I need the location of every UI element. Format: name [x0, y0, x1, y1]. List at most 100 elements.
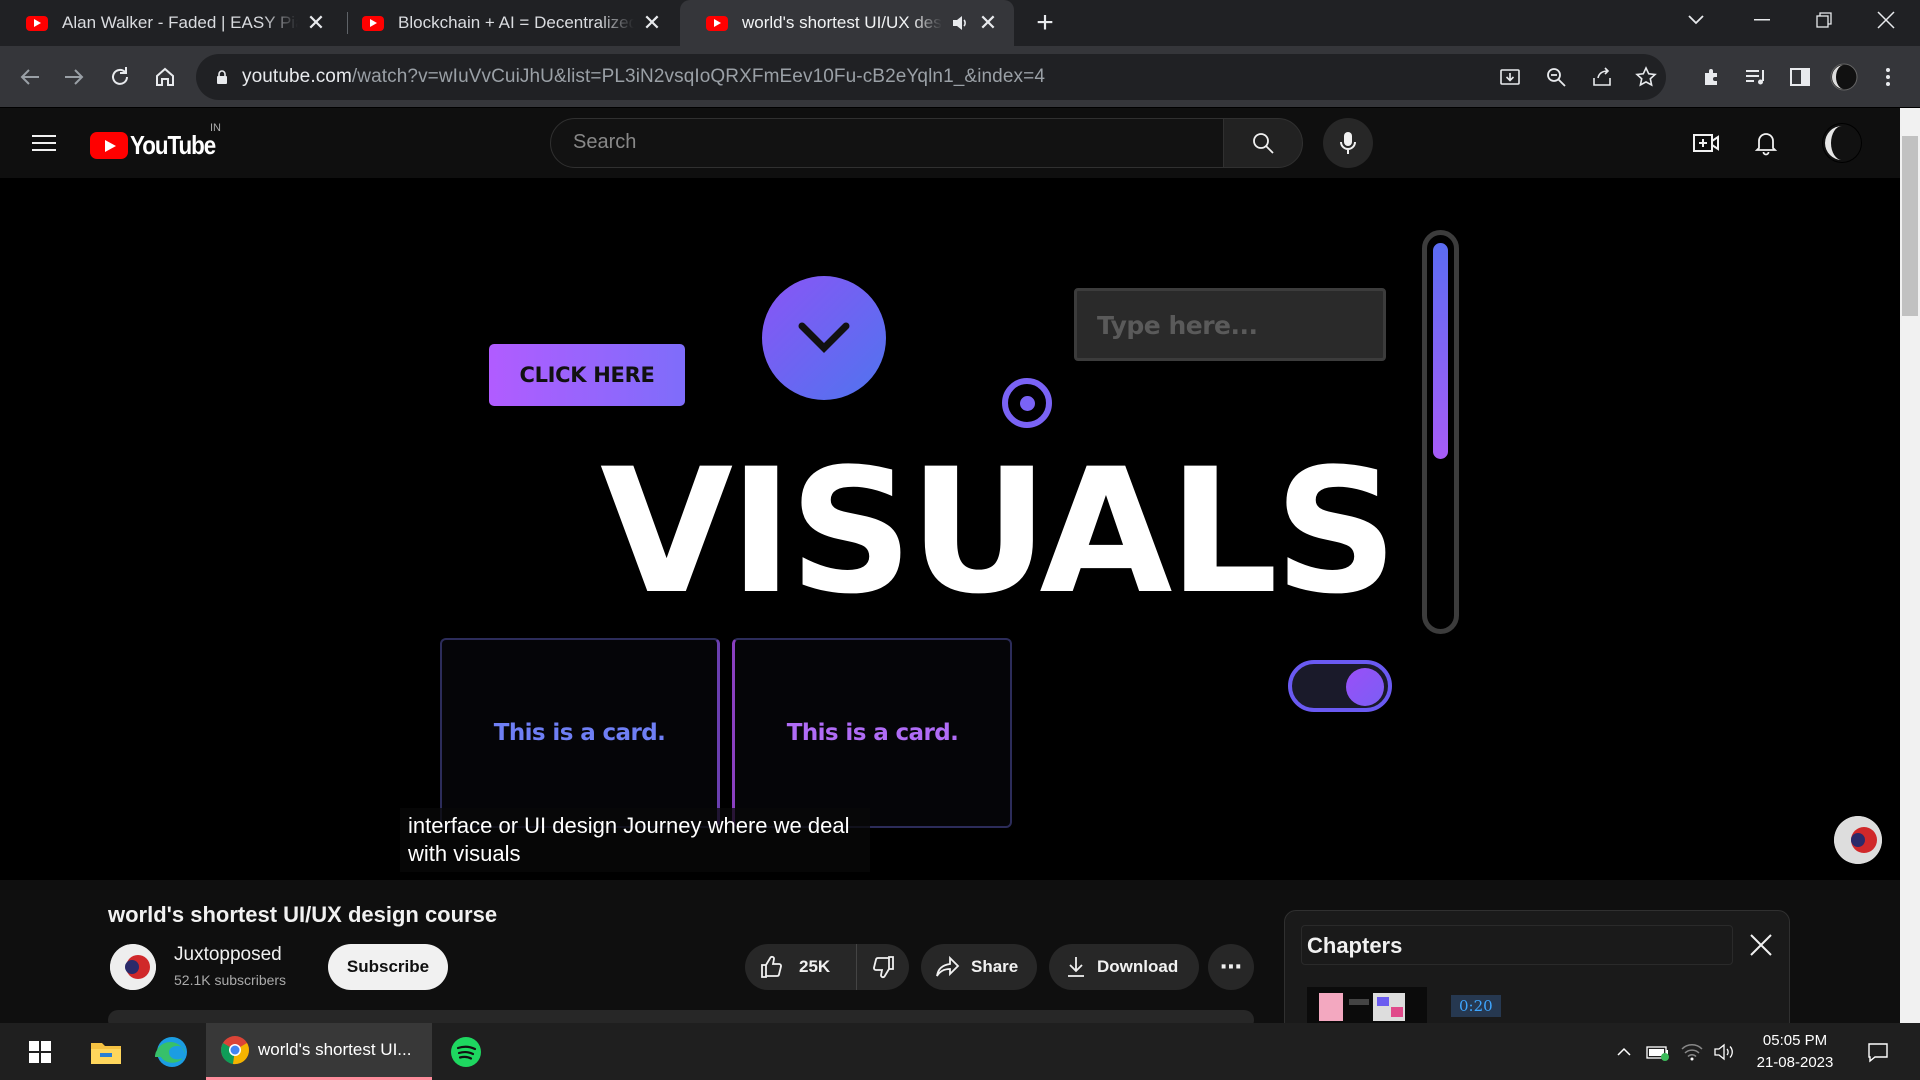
page-scrollbar-thumb[interactable] — [1902, 136, 1918, 316]
browser-toolbar: youtube.com/watch?v=wIuVvCuiJhU&list=PL3… — [0, 46, 1920, 108]
demo-toggle — [1288, 660, 1392, 712]
demo-chevron-down-icon — [762, 276, 886, 400]
youtube-favicon-icon — [706, 15, 728, 31]
browser-tab-strip: Alan Walker - Faded | EASY Piano Tutoria… — [0, 0, 1920, 46]
lock-icon[interactable] — [208, 63, 236, 91]
reload-icon[interactable] — [102, 59, 138, 95]
youtube-logo[interactable]: YouTube — [90, 130, 229, 161]
speaker-icon[interactable] — [950, 13, 970, 33]
side-panel-icon[interactable] — [1782, 59, 1818, 95]
new-tab-button[interactable]: + — [1030, 8, 1060, 38]
create-video-icon[interactable] — [1688, 125, 1724, 161]
demo-click-here-button: CLICK HERE — [489, 344, 685, 406]
youtube-favicon-icon — [362, 15, 384, 31]
zoom-icon[interactable] — [1542, 63, 1570, 91]
close-window-icon[interactable] — [1858, 0, 1914, 40]
account-avatar[interactable] — [1822, 123, 1862, 163]
thumbs-up-icon — [761, 955, 782, 978]
chrome-icon — [221, 1036, 249, 1065]
voice-search-button[interactable] — [1323, 118, 1373, 168]
home-icon[interactable] — [147, 59, 183, 95]
channel-avatar[interactable] — [110, 944, 156, 990]
tab-close-icon[interactable]: ✕ — [976, 10, 1000, 35]
back-arrow-icon[interactable] — [12, 59, 48, 95]
dislike-button[interactable] — [857, 944, 909, 990]
profile-avatar-icon[interactable] — [1826, 59, 1862, 95]
tab-title: world's shortest UI/UX design course — [742, 13, 942, 32]
clock-date: 21-08-2023 — [1756, 1054, 1834, 1071]
tab-close-icon[interactable]: ✕ — [304, 10, 328, 35]
media-control-icon[interactable] — [1738, 59, 1774, 95]
taskbar-chrome-label: world's shortest UI... — [258, 1040, 412, 1059]
channel-watermark-icon[interactable] — [1834, 816, 1882, 864]
search-input[interactable] — [573, 131, 1173, 154]
url-text[interactable]: youtube.com/watch?v=wIuVvCuiJhU&list=PL3… — [242, 66, 1045, 88]
minimize-icon[interactable] — [1734, 0, 1790, 40]
volume-icon[interactable] — [1708, 1023, 1740, 1080]
demo-card-text: This is a card. — [493, 720, 666, 746]
tab-title: Alan Walker - Faded | EASY Piano Tutoria… — [62, 13, 298, 32]
subscribe-button[interactable]: Subscribe — [328, 944, 448, 990]
share-button[interactable]: Share — [921, 944, 1037, 990]
country-code: IN — [210, 122, 221, 134]
chrome-menu-icon[interactable] — [1870, 59, 1906, 95]
search-icon — [1253, 133, 1274, 154]
demo-scrollbar-thumb — [1433, 243, 1448, 459]
demo-card: This is a card. — [732, 638, 1012, 828]
windows-taskbar: world's shortest UI... 05:05 PM 21-08-20… — [0, 1023, 1920, 1080]
menu-icon[interactable] — [26, 128, 62, 158]
demo-card: This is a card. — [440, 638, 720, 828]
forward-arrow-icon[interactable] — [56, 59, 92, 95]
video-captions: interface or UI design Journey where we … — [400, 808, 870, 872]
battery-charging-icon[interactable] — [1642, 1023, 1674, 1080]
youtube-logo-text: YouTube — [130, 130, 216, 160]
chapter-thumbnail[interactable] — [1307, 987, 1427, 1023]
youtube-header: YouTube IN — [0, 108, 1900, 178]
address-bar[interactable]: youtube.com/watch?v=wIuVvCuiJhU&list=PL3… — [196, 54, 1666, 100]
tab-close-icon[interactable]: ✕ — [640, 10, 664, 35]
search-button[interactable] — [1223, 118, 1303, 168]
like-count: 25K — [799, 957, 831, 976]
url-path: /watch?v=wIuVvCuiJhU&list=PL3iN2vsqIoQRX… — [351, 66, 1045, 87]
browser-tab[interactable]: Blockchain + AI = Decentralized AI ✕ — [336, 0, 678, 46]
youtube-favicon-icon — [26, 15, 48, 31]
youtube-play-logo-icon — [90, 132, 128, 159]
description-box[interactable] — [108, 1010, 1254, 1023]
page-scrollbar[interactable] — [1900, 108, 1920, 1023]
spotify-icon[interactable] — [440, 1023, 492, 1080]
like-button[interactable]: 25K — [745, 944, 857, 990]
extensions-puzzle-icon[interactable] — [1694, 59, 1730, 95]
video-player[interactable]: CLICK HERE Type here... VISUALS This is … — [0, 178, 1900, 880]
windows-start-icon[interactable] — [14, 1023, 66, 1080]
chapters-panel: Chapters 0:20 — [1284, 910, 1790, 1023]
download-button[interactable]: Download — [1049, 944, 1199, 990]
notifications-center-icon[interactable] — [1856, 1023, 1900, 1080]
search-box — [550, 118, 1224, 168]
share-page-icon[interactable] — [1588, 63, 1616, 91]
file-explorer-icon[interactable] — [80, 1023, 132, 1080]
browser-tab[interactable]: Alan Walker - Faded | EASY Piano Tutoria… — [0, 0, 342, 46]
like-dislike-group: 25K — [745, 944, 909, 990]
thumbs-down-icon — [873, 956, 894, 979]
wifi-icon[interactable] — [1676, 1023, 1708, 1080]
demo-scrollbar — [1422, 230, 1459, 634]
more-actions-button[interactable]: ⋯ — [1208, 944, 1254, 990]
close-icon[interactable] — [1745, 929, 1777, 961]
share-arrow-icon — [936, 955, 960, 977]
video-title: world's shortest UI/UX design course — [108, 902, 498, 927]
video-headline: VISUALS — [600, 431, 1398, 632]
system-clock[interactable]: 05:05 PM 21-08-2023 — [1750, 1030, 1840, 1074]
install-app-icon[interactable] — [1496, 63, 1524, 91]
demo-card-text: This is a card. — [786, 720, 959, 746]
chapter-timestamp[interactable]: 0:20 — [1451, 995, 1501, 1017]
restore-icon[interactable] — [1796, 0, 1852, 40]
show-hidden-icons-chevron-icon[interactable] — [1610, 1023, 1638, 1080]
notifications-bell-icon[interactable] — [1748, 125, 1784, 161]
video-details: world's shortest UI/UX design course Jux… — [0, 880, 1900, 1023]
tab-search-chevron-icon[interactable] — [1668, 0, 1724, 40]
bookmark-star-icon[interactable] — [1632, 63, 1660, 91]
channel-name[interactable]: Juxtopposed — [174, 944, 282, 966]
browser-tab-active[interactable]: world's shortest UI/UX design course ✕ — [680, 0, 1014, 46]
taskbar-chrome-item[interactable]: world's shortest UI... — [206, 1023, 432, 1080]
edge-browser-icon[interactable] — [146, 1023, 198, 1080]
